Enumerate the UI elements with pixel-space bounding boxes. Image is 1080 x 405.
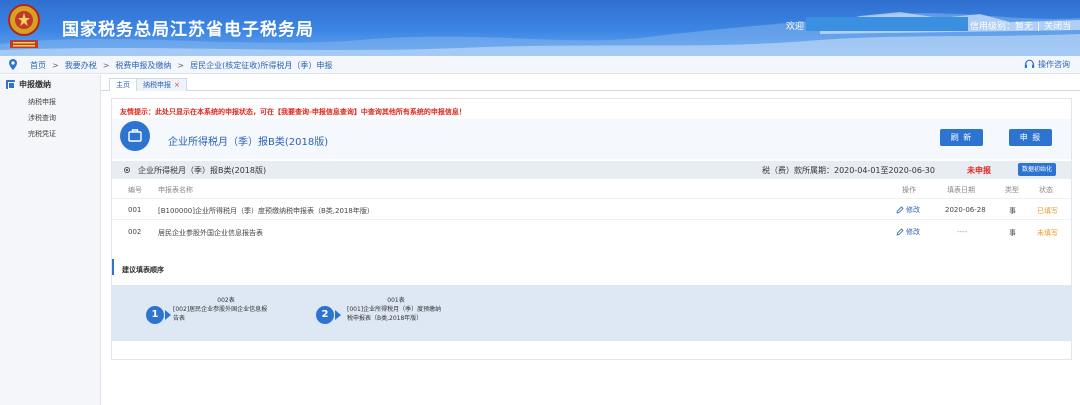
header-right-links: 信用级别：暂无 | 关闭当 <box>970 19 1071 32</box>
header-separator: | <box>1037 22 1041 32</box>
row-status-badge: 未填写 <box>1037 229 1058 237</box>
declare-button[interactable]: 申 报 <box>1009 129 1052 146</box>
sidebar-item-tax-query[interactable]: 涉税查询 <box>28 113 56 123</box>
col-header-name: 申报表名称 <box>158 186 193 194</box>
row-no: 001 <box>128 206 142 214</box>
step-form-code: 002表 <box>217 297 235 304</box>
headset-icon <box>1024 59 1035 68</box>
sidebar-header[interactable]: 申报缴纳 <box>6 79 51 90</box>
row-status-badge: 已填写 <box>1037 207 1058 215</box>
row-form-name: [B100000]企业所得税月（季）度预缴纳税申报表（B类,2018年版） <box>158 207 374 215</box>
user-name-redacted <box>806 17 968 31</box>
edit-label: 修改 <box>906 228 920 236</box>
col-header-no: 编号 <box>128 186 142 194</box>
sidebar-item-tax-certificate[interactable]: 完税凭证 <box>28 129 56 139</box>
col-header-action: 操作 <box>902 186 916 194</box>
sidebar-item-tax-declaration[interactable]: 纳税申报 <box>28 97 56 107</box>
breadcrumb-current[interactable]: 居民企业(核定征收)所得税月（季）申报 <box>190 61 332 70</box>
help-consult-link[interactable]: 操作咨询 <box>1024 59 1070 70</box>
row-divider <box>112 219 1071 220</box>
col-header-type: 类型 <box>1005 186 1019 194</box>
fill-order-box: 1 002表 [002]居民企业参股外国企业信息报 告表 2 001表 [001… <box>112 285 1071 341</box>
edit-label: 修改 <box>906 206 920 214</box>
section-name: 企业所得税月（季）报B类(2018版) <box>138 166 267 175</box>
breadcrumb-home[interactable]: 首页 <box>30 61 46 70</box>
breadcrumb-tax-handling[interactable]: 我要办税 <box>65 61 97 70</box>
menu-square-icon <box>6 80 15 89</box>
refresh-button[interactable]: 刷 新 <box>940 129 983 146</box>
site-title: 国家税务总局江苏省电子税务局 <box>62 20 314 40</box>
col-header-status: 状态 <box>1039 186 1053 194</box>
sidebar: 申报缴纳 纳税申报 涉税查询 完税凭证 <box>0 75 101 405</box>
fill-order-title: 建议填表顺序 <box>122 266 164 274</box>
order-accent-bar <box>112 259 114 275</box>
declaration-panel: 友情提示：此处只显示在本系统的申报状态，可在【我要查询-申报信息查询】中查询其他… <box>111 98 1072 360</box>
step-text-line: [001]企业所得税月（季）度预缴纳 <box>347 306 442 313</box>
step-arrow-icon <box>335 310 341 320</box>
location-pin-icon <box>9 59 17 70</box>
sidebar-title: 申报缴纳 <box>19 80 51 89</box>
step-form-name: [002]居民企业参股外国企业信息报 告表 <box>173 305 293 323</box>
row-date: 2020-06-28 <box>945 206 986 214</box>
declaration-status: 未申报 <box>967 166 991 175</box>
briefcase-icon <box>120 121 150 151</box>
edit-link[interactable]: 修改 <box>896 227 920 237</box>
breadcrumb-separator: > <box>102 61 110 70</box>
friendly-notice: 友情提示：此处只显示在本系统的申报状态，可在【我要查询-申报信息查询】中查询其他… <box>120 108 466 116</box>
tab-home[interactable]: 主页 <box>109 78 137 91</box>
data-init-button[interactable]: 数据初始化 <box>1018 163 1056 176</box>
breadcrumb-declaration[interactable]: 税费申报及缴纳 <box>115 61 171 70</box>
site-header: 国家税务总局江苏省电子税务局 欢迎 信用级别：暂无 | 关闭当 <box>0 0 1080 56</box>
breadcrumb-separator: > <box>52 61 59 70</box>
tab-tax-declaration[interactable]: 纳税申报 × <box>136 78 187 91</box>
row-type: 事 <box>1009 207 1016 215</box>
breadcrumb-bar: 首页 > 我要办税 > 税费申报及缴纳 > 居民企业(核定征收)所得税月（季）申报 操作咨询 <box>0 56 1080 74</box>
step-number-badge: 2 <box>316 306 334 324</box>
form-title: 企业所得税月（季）报B类(2018版) <box>168 137 329 148</box>
step-text-line: 告表 <box>173 315 186 322</box>
close-all-link[interactable]: 关闭当 <box>1044 22 1071 32</box>
help-label: 操作咨询 <box>1038 60 1070 69</box>
step-text-line: [002]居民企业参股外国企业信息报 <box>173 306 268 313</box>
tab-close-icon[interactable]: × <box>174 81 180 89</box>
section-radio[interactable] <box>124 167 130 173</box>
edit-link[interactable]: 修改 <box>896 205 920 215</box>
row-divider <box>112 198 1071 199</box>
welcome-text: 欢迎 <box>786 22 805 32</box>
tab-bar: 主页 纳税申报 × <box>101 75 1080 91</box>
row-date: ---- <box>957 228 968 236</box>
national-emblem-icon <box>8 4 40 48</box>
step-text-line: 税申报表（B类,2018年版） <box>347 315 423 322</box>
step-form-code: 001表 <box>387 297 405 304</box>
breadcrumb: 首页 > 我要办税 > 税费申报及缴纳 > 居民企业(核定征收)所得税月（季）申报 <box>30 60 332 71</box>
row-type: 事 <box>1009 229 1016 237</box>
form-header: 企业所得税月（季）报B类(2018版) 刷 新 申 报 <box>112 119 1071 159</box>
step-number-badge: 1 <box>146 306 164 324</box>
step-arrow-icon <box>165 310 171 320</box>
breadcrumb-separator: > <box>177 61 185 70</box>
row-form-name: 居民企业参股外国企业信息报告表 <box>158 229 263 237</box>
tax-period: 税（费）款所属期：2020-04-01至2020-06-30 <box>762 166 935 175</box>
col-header-date: 填表日期 <box>947 186 975 194</box>
step-form-name: [001]企业所得税月（季）度预缴纳 税申报表（B类,2018年版） <box>347 305 467 323</box>
pencil-icon <box>896 228 904 236</box>
pencil-icon <box>896 206 904 214</box>
row-no: 002 <box>128 228 142 236</box>
form-section-bar: 企业所得税月（季）报B类(2018版) 税（费）款所属期：2020-04-01至… <box>112 161 1071 179</box>
tab-label: 纳税申报 <box>143 81 171 89</box>
credit-level: 信用级别：暂无 <box>970 22 1034 32</box>
